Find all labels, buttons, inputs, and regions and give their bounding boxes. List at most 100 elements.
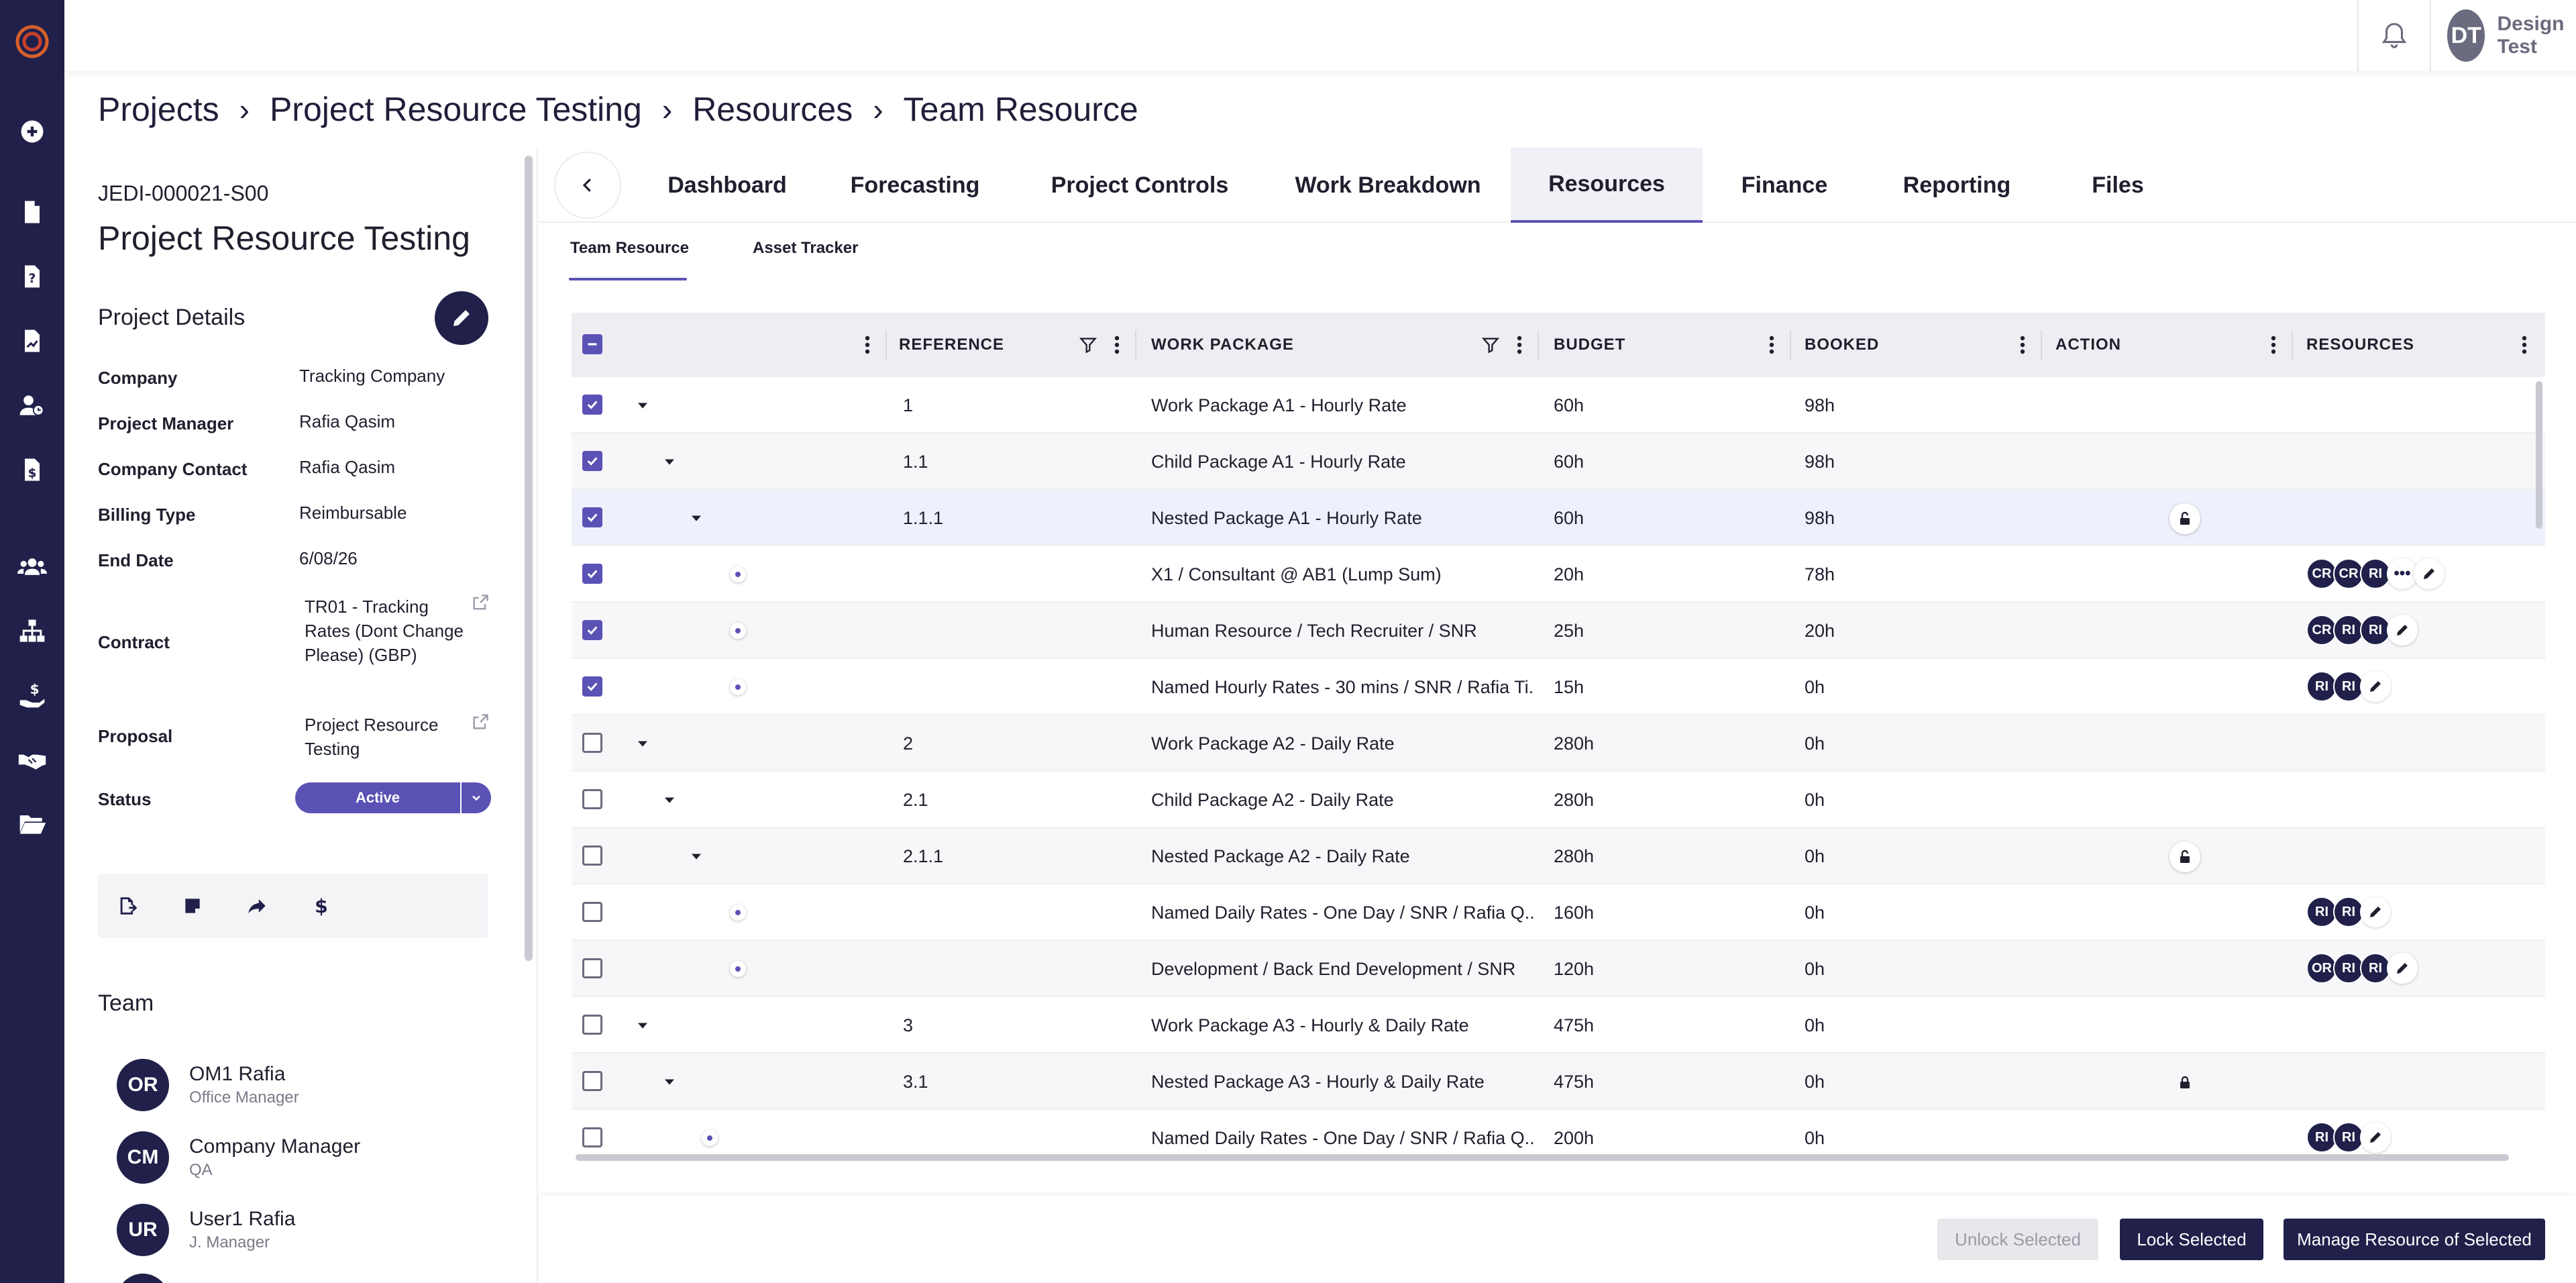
table-row[interactable]: 1.1.1 Nested Package A1 - Hourly Rate 60… bbox=[572, 490, 2545, 546]
column-booked[interactable]: BOOKED bbox=[1805, 313, 1879, 377]
status-select[interactable]: Active bbox=[295, 782, 491, 813]
unlock-row-button[interactable] bbox=[2169, 503, 2200, 534]
table-row[interactable]: X1 / Consultant @ AB1 (Lump Sum) 20h 78h… bbox=[572, 546, 2545, 603]
dollar-icon[interactable]: $ bbox=[310, 894, 333, 917]
row-checkbox[interactable] bbox=[582, 1015, 602, 1035]
caret-down-icon[interactable] bbox=[633, 1016, 652, 1035]
edit-resources-button[interactable] bbox=[2387, 615, 2418, 646]
column-resources[interactable]: RESOURCES bbox=[2306, 313, 2414, 377]
column-budget[interactable]: BUDGET bbox=[1554, 313, 1625, 377]
breadcrumb-item-project[interactable]: Project Resource Testing bbox=[270, 90, 642, 129]
table-row[interactable]: Named Daily Rates - One Day / SNR / Rafi… bbox=[572, 884, 2545, 941]
table-row[interactable]: Named Hourly Rates - 30 mins / SNR / Raf… bbox=[572, 659, 2545, 715]
caret-down-icon[interactable] bbox=[687, 509, 706, 527]
table-row[interactable]: 1.1 Child Package A1 - Hourly Rate 60h 9… bbox=[572, 433, 2545, 490]
team-member[interactable]: UR User1 Rafia J. Manager bbox=[117, 1204, 295, 1256]
tab-work-breakdown[interactable]: Work Breakdown bbox=[1264, 148, 1512, 223]
select-all-checkbox[interactable] bbox=[582, 334, 602, 354]
hand-dollar-icon[interactable]: $ bbox=[16, 679, 48, 711]
unlock-row-button[interactable] bbox=[2169, 841, 2200, 872]
share-icon[interactable] bbox=[246, 894, 268, 917]
tab-resources[interactable]: Resources bbox=[1511, 148, 1703, 223]
edit-resources-button[interactable] bbox=[2414, 558, 2445, 589]
invoice-dollar-icon[interactable]: $ bbox=[16, 454, 48, 486]
row-checkbox[interactable] bbox=[582, 733, 602, 753]
user-menu[interactable]: DT Design Test bbox=[2447, 9, 2576, 62]
caret-down-icon[interactable] bbox=[687, 847, 706, 866]
edit-resources-button[interactable] bbox=[2360, 671, 2391, 702]
table-vertical-scrollbar[interactable] bbox=[2536, 381, 2542, 529]
contract-value[interactable]: TR01 - Tracking Rates (Dont Change Pleas… bbox=[305, 595, 466, 667]
table-horizontal-scrollbar[interactable] bbox=[576, 1154, 2509, 1161]
column-menu-icon[interactable] bbox=[2019, 336, 2026, 354]
column-menu-icon[interactable] bbox=[864, 336, 871, 354]
external-link-icon[interactable] bbox=[471, 593, 490, 612]
table-row[interactable]: 1 Work Package A1 - Hourly Rate 60h 98h bbox=[572, 377, 2545, 433]
subtab-team-resource[interactable]: Team Resource bbox=[570, 239, 689, 258]
column-menu-icon[interactable] bbox=[2270, 336, 2277, 354]
unlock-selected-button[interactable]: Unlock Selected bbox=[1937, 1219, 2098, 1260]
breadcrumb-item-projects[interactable]: Projects bbox=[98, 90, 219, 129]
table-row[interactable]: 3.1 Nested Package A3 - Hourly & Daily R… bbox=[572, 1054, 2545, 1110]
column-menu-icon[interactable] bbox=[1516, 336, 1523, 354]
row-checkbox[interactable] bbox=[582, 676, 602, 697]
collapse-panel-button[interactable] bbox=[555, 153, 620, 217]
row-checkbox[interactable] bbox=[582, 789, 602, 809]
edit-resources-button[interactable] bbox=[2360, 896, 2391, 927]
document-icon[interactable] bbox=[16, 196, 48, 228]
team-member[interactable] bbox=[117, 1274, 169, 1283]
table-row[interactable]: Development / Back End Development / SNR… bbox=[572, 941, 2545, 997]
notifications-button[interactable] bbox=[2357, 0, 2431, 71]
manage-resource-button[interactable]: Manage Resource of Selected bbox=[2284, 1219, 2545, 1260]
edit-project-button[interactable] bbox=[435, 291, 488, 345]
row-checkbox[interactable] bbox=[582, 1127, 602, 1147]
users-group-icon[interactable] bbox=[16, 550, 48, 582]
tab-reporting[interactable]: Reporting bbox=[1866, 148, 2047, 223]
row-checkbox[interactable] bbox=[582, 507, 602, 527]
note-icon[interactable] bbox=[181, 894, 204, 917]
user-clock-icon[interactable] bbox=[16, 389, 48, 421]
caret-down-icon[interactable] bbox=[660, 1072, 679, 1091]
team-member[interactable]: CM Company Manager QA bbox=[117, 1131, 360, 1184]
handshake-icon[interactable] bbox=[16, 743, 48, 776]
proposal-value[interactable]: Project Resource Testing bbox=[305, 713, 466, 761]
table-row[interactable]: Human Resource / Tech Recruiter / SNR 25… bbox=[572, 603, 2545, 659]
app-logo-icon[interactable] bbox=[15, 24, 50, 59]
table-row[interactable]: 2 Work Package A2 - Daily Rate 280h 0h bbox=[572, 715, 2545, 772]
caret-down-icon[interactable] bbox=[633, 396, 652, 415]
tab-finance[interactable]: Finance bbox=[1703, 148, 1866, 223]
tab-dashboard[interactable]: Dashboard bbox=[640, 148, 814, 223]
tab-project-controls[interactable]: Project Controls bbox=[1016, 148, 1264, 223]
edit-resources-button[interactable] bbox=[2360, 1122, 2391, 1153]
filter-icon[interactable] bbox=[1481, 336, 1500, 354]
row-checkbox[interactable] bbox=[582, 451, 602, 471]
column-action[interactable]: ACTION bbox=[2055, 313, 2121, 377]
external-link-icon[interactable] bbox=[471, 713, 490, 731]
column-work-package[interactable]: WORK PACKAGE bbox=[1151, 313, 1294, 377]
column-reference[interactable]: REFERENCE bbox=[899, 313, 1004, 377]
row-checkbox[interactable] bbox=[582, 902, 602, 922]
row-checkbox[interactable] bbox=[582, 620, 602, 640]
caret-down-icon[interactable] bbox=[660, 790, 679, 809]
edit-resources-button[interactable] bbox=[2387, 953, 2418, 984]
caret-down-icon[interactable] bbox=[660, 452, 679, 471]
panel-scrollbar[interactable] bbox=[525, 156, 533, 961]
row-checkbox[interactable] bbox=[582, 564, 602, 584]
export-file-icon[interactable] bbox=[117, 894, 140, 917]
row-checkbox[interactable] bbox=[582, 958, 602, 978]
document-question-icon[interactable]: ? bbox=[16, 260, 48, 293]
add-icon[interactable] bbox=[16, 115, 48, 148]
column-menu-icon[interactable] bbox=[2521, 336, 2528, 354]
folder-open-icon[interactable] bbox=[16, 808, 48, 840]
row-checkbox[interactable] bbox=[582, 395, 602, 415]
tab-forecasting[interactable]: Forecasting bbox=[814, 148, 1016, 223]
row-checkbox[interactable] bbox=[582, 845, 602, 866]
breadcrumb-item-resources[interactable]: Resources bbox=[692, 90, 853, 129]
tab-files[interactable]: Files bbox=[2047, 148, 2188, 223]
table-row[interactable]: 2.1 Child Package A2 - Daily Rate 280h 0… bbox=[572, 772, 2545, 828]
column-menu-icon[interactable] bbox=[1114, 336, 1120, 354]
document-chart-icon[interactable] bbox=[16, 325, 48, 357]
lock-selected-button[interactable]: Lock Selected bbox=[2120, 1219, 2263, 1260]
filter-icon[interactable] bbox=[1079, 336, 1097, 354]
column-menu-icon[interactable] bbox=[1768, 336, 1775, 354]
